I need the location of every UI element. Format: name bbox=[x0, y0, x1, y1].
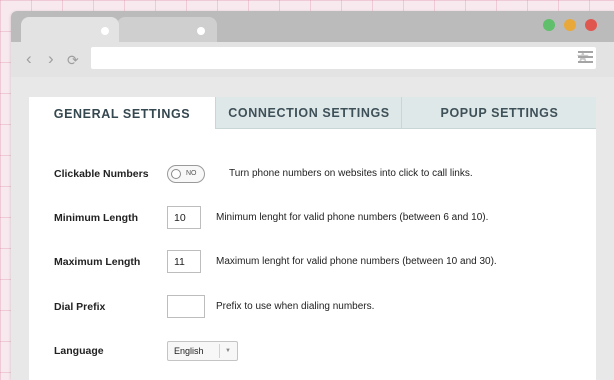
clickable-numbers-description: Turn phone numbers on websites into clic… bbox=[229, 168, 473, 179]
setting-row-minimum-length: Minimum Length Minimum lenght for valid … bbox=[29, 204, 596, 232]
chevron-down-icon: ▼ bbox=[225, 348, 231, 354]
tab-favicon bbox=[197, 27, 205, 35]
maximum-length-input[interactable] bbox=[167, 250, 201, 273]
browser-tab-active[interactable] bbox=[21, 17, 119, 42]
window-maximize-button[interactable] bbox=[543, 19, 555, 31]
maximum-length-description: Maximum lenght for valid phone numbers (… bbox=[216, 256, 497, 267]
minimum-length-input[interactable] bbox=[167, 206, 201, 229]
tab-popup-settings[interactable]: POPUP SETTINGS bbox=[401, 97, 597, 128]
minimum-length-label: Minimum Length bbox=[54, 212, 138, 224]
select-divider bbox=[219, 344, 220, 358]
back-icon[interactable]: ‹ bbox=[26, 49, 32, 69]
browser-window: ‹ › ⟳ ★ GENERAL SETTINGS CONNECTION SETT… bbox=[11, 11, 614, 380]
clickable-numbers-toggle[interactable]: NO bbox=[167, 165, 205, 183]
setting-row-dial-prefix: Dial Prefix Prefix to use when dialing n… bbox=[29, 293, 596, 321]
setting-row-maximum-length: Maximum Length Maximum lenght for valid … bbox=[29, 248, 596, 276]
page-content: GENERAL SETTINGS CONNECTION SETTINGS POP… bbox=[11, 77, 614, 380]
tab-connection-settings[interactable]: CONNECTION SETTINGS bbox=[215, 97, 402, 128]
menu-icon[interactable] bbox=[578, 51, 593, 66]
browser-toolbar: ‹ › ⟳ ★ bbox=[11, 42, 614, 77]
maximum-length-label: Maximum Length bbox=[54, 256, 141, 268]
browser-tab-inactive[interactable] bbox=[117, 17, 217, 42]
toggle-state-text: NO bbox=[186, 170, 197, 177]
tab-favicon bbox=[101, 27, 109, 35]
dial-prefix-input[interactable] bbox=[167, 295, 205, 318]
dial-prefix-label: Dial Prefix bbox=[54, 301, 106, 313]
window-close-button[interactable] bbox=[585, 19, 597, 31]
settings-tab-bar: GENERAL SETTINGS CONNECTION SETTINGS POP… bbox=[29, 97, 597, 130]
clickable-numbers-label: Clickable Numbers bbox=[54, 168, 149, 180]
forward-icon[interactable]: › bbox=[48, 49, 54, 69]
setting-row-language: Language English ▼ bbox=[29, 337, 596, 365]
setting-row-clickable-numbers: Clickable Numbers NO Turn phone numbers … bbox=[29, 160, 596, 188]
reload-icon[interactable]: ⟳ bbox=[67, 50, 79, 70]
address-bar[interactable]: ★ bbox=[91, 47, 596, 69]
settings-panel: GENERAL SETTINGS CONNECTION SETTINGS POP… bbox=[29, 97, 596, 380]
tab-general-settings[interactable]: GENERAL SETTINGS bbox=[29, 97, 215, 130]
dial-prefix-description: Prefix to use when dialing numbers. bbox=[216, 301, 375, 312]
language-selected-value: English bbox=[174, 346, 204, 356]
language-label: Language bbox=[54, 345, 104, 357]
window-minimize-button[interactable] bbox=[564, 19, 576, 31]
toggle-knob bbox=[171, 169, 181, 179]
minimum-length-description: Minimum lenght for valid phone numbers (… bbox=[216, 212, 489, 223]
title-bar bbox=[11, 11, 614, 42]
language-select[interactable]: English ▼ bbox=[167, 341, 238, 361]
